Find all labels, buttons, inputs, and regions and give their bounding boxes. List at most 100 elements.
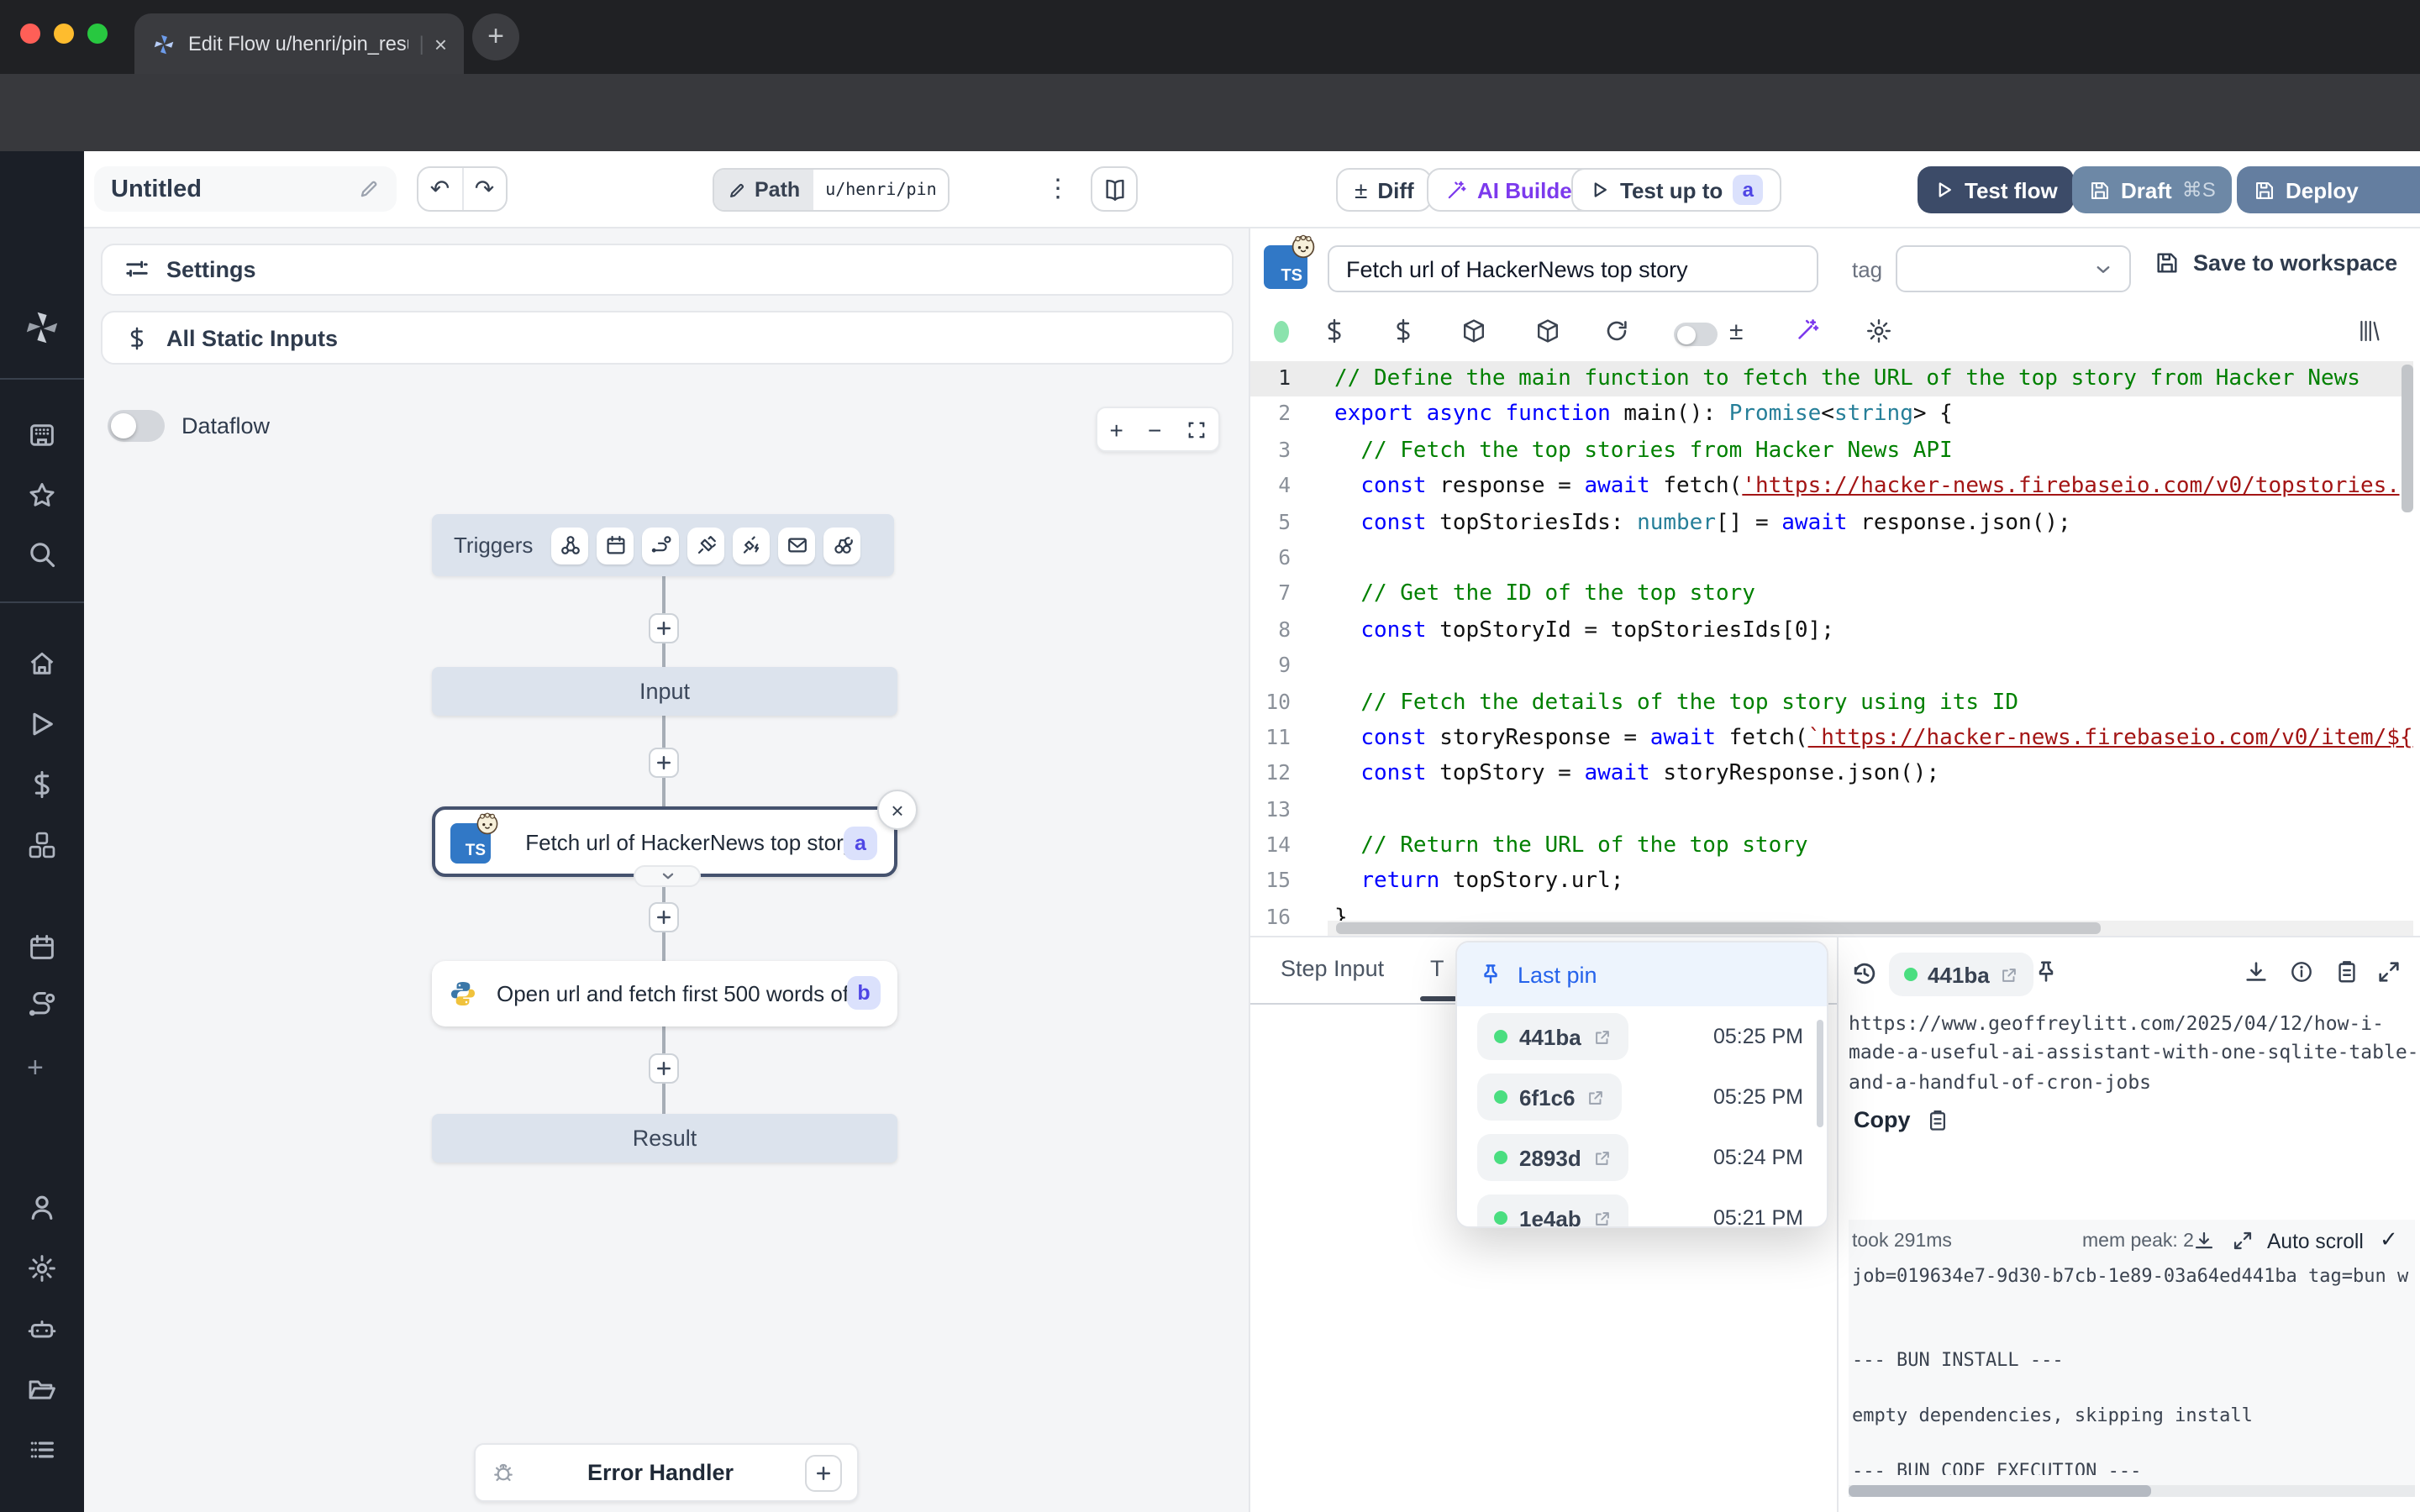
dataflow-toggle[interactable] bbox=[108, 410, 165, 442]
webhook-trigger-icon[interactable] bbox=[551, 527, 588, 564]
flow-settings-button[interactable]: Settings bbox=[101, 244, 1234, 296]
step-title-input[interactable]: Fetch url of HackerNews top story bbox=[1328, 245, 1818, 292]
tab-close-icon[interactable]: × bbox=[434, 31, 447, 56]
add-error-handler-button[interactable] bbox=[805, 1454, 842, 1491]
undo-button[interactable]: ↶ bbox=[418, 168, 463, 210]
expand-logs-icon[interactable] bbox=[2232, 1230, 2254, 1252]
windmill-logo[interactable] bbox=[22, 307, 62, 348]
path-widget[interactable]: Path u/henri/pin bbox=[713, 168, 950, 212]
step-node-b[interactable]: Open url and fetch first 500 words of ..… bbox=[432, 961, 897, 1026]
all-static-inputs-button[interactable]: All Static Inputs bbox=[101, 311, 1234, 365]
test-up-to-button[interactable]: Test up to a bbox=[1571, 168, 1781, 212]
save-to-workspace-button[interactable]: Save to workspace bbox=[2154, 250, 2397, 276]
external-link-icon[interactable] bbox=[1593, 1148, 1612, 1167]
sidebar-item-workers[interactable] bbox=[27, 1314, 57, 1344]
sidebar-item-settings[interactable] bbox=[27, 1253, 57, 1284]
run-id-pill[interactable]: 441ba bbox=[1889, 953, 2033, 996]
download-logs-icon[interactable] bbox=[2193, 1230, 2215, 1252]
poll-trigger-icon[interactable] bbox=[823, 527, 860, 564]
sidebar-item-account[interactable] bbox=[27, 1193, 57, 1223]
pin-history-item[interactable]: 2893d05:24 PM bbox=[1457, 1127, 1827, 1188]
library-icon[interactable] bbox=[2356, 318, 2383, 344]
draft-button[interactable]: Draft ⌘S bbox=[2072, 166, 2233, 213]
add-step-button[interactable] bbox=[649, 613, 679, 643]
websocket-trigger-icon[interactable] bbox=[687, 527, 724, 564]
sidebar-item-search[interactable] bbox=[27, 539, 57, 570]
redo-button[interactable]: ↷ bbox=[463, 168, 506, 210]
sidebar-item-apps[interactable] bbox=[27, 420, 57, 450]
pin-history-item[interactable]: 1e4ab05:21 PM bbox=[1457, 1188, 1827, 1228]
diff-mode-toggle[interactable] bbox=[1674, 323, 1718, 346]
add-step-button[interactable] bbox=[649, 902, 679, 932]
zoom-out-icon[interactable]: − bbox=[1148, 416, 1161, 443]
triggers-node[interactable]: Triggers bbox=[432, 514, 894, 576]
delete-step-button[interactable]: × bbox=[877, 790, 918, 830]
autoscroll-checkbox[interactable]: ✓ bbox=[2380, 1226, 2398, 1253]
diff-button[interactable]: ± Diff bbox=[1336, 168, 1433, 212]
result-node[interactable]: Result bbox=[432, 1114, 897, 1163]
pin-icon[interactable] bbox=[2033, 959, 2059, 984]
external-link-icon[interactable] bbox=[2000, 965, 2018, 984]
test-flow-button[interactable]: Test flow bbox=[1918, 166, 2075, 213]
add-step-button[interactable] bbox=[649, 748, 679, 778]
route-trigger-icon[interactable] bbox=[642, 527, 679, 564]
reload-icon[interactable] bbox=[1603, 318, 1630, 344]
flow-name-button[interactable]: Untitled bbox=[94, 166, 397, 212]
history-icon[interactable] bbox=[1850, 959, 1879, 988]
schedule-trigger-icon[interactable] bbox=[597, 527, 634, 564]
input-node[interactable]: Input bbox=[432, 667, 897, 716]
email-trigger-icon[interactable] bbox=[778, 527, 815, 564]
sidebar-item-folders[interactable] bbox=[27, 1374, 57, 1404]
ai-wand-icon[interactable] bbox=[1795, 318, 1820, 343]
window-zoom-button[interactable] bbox=[87, 24, 108, 44]
fit-view-icon[interactable] bbox=[1186, 419, 1206, 439]
kafka-trigger-icon[interactable] bbox=[733, 527, 770, 564]
deploy-button[interactable]: Deploy bbox=[2237, 166, 2420, 213]
sidebar-item-runs[interactable] bbox=[27, 709, 57, 739]
code-hscrollbar[interactable] bbox=[1336, 922, 2101, 934]
dropdown-scrollbar[interactable] bbox=[1817, 1020, 1823, 1127]
download-icon[interactable] bbox=[2244, 959, 2269, 984]
editor-settings-icon[interactable] bbox=[1865, 318, 1892, 344]
zoom-in-icon[interactable]: + bbox=[1110, 416, 1123, 443]
add-step-button[interactable] bbox=[649, 1053, 679, 1084]
error-handler-node[interactable]: Error Handler bbox=[474, 1443, 859, 1502]
sidebar-item-variables[interactable] bbox=[27, 769, 57, 800]
external-link-icon[interactable] bbox=[1587, 1088, 1606, 1106]
pin-history-item[interactable]: 441ba05:25 PM bbox=[1457, 1006, 1827, 1067]
sidebar-item-resources[interactable] bbox=[27, 830, 57, 860]
log-scrollbar[interactable] bbox=[1849, 1485, 2151, 1497]
new-tab-button[interactable]: + bbox=[472, 13, 519, 60]
tag-select[interactable] bbox=[1896, 245, 2131, 292]
sidebar-item-audit-logs[interactable] bbox=[27, 1435, 57, 1465]
package-icon[interactable] bbox=[1534, 318, 1561, 344]
sidebar-item-flows[interactable] bbox=[27, 991, 57, 1021]
window-close-button[interactable] bbox=[20, 24, 40, 44]
docs-book-button[interactable] bbox=[1091, 166, 1138, 212]
sidebar-item-home[interactable] bbox=[27, 648, 57, 679]
sidebar-item-favorites[interactable] bbox=[27, 480, 57, 511]
collapse-step-chevron[interactable] bbox=[634, 865, 701, 887]
package-icon[interactable] bbox=[1460, 318, 1487, 344]
sidebar-item-add[interactable]: + bbox=[27, 1052, 57, 1082]
more-options-icon[interactable]: ⋮ bbox=[1045, 173, 1071, 203]
info-icon[interactable] bbox=[2289, 959, 2314, 984]
insert-variable-icon[interactable] bbox=[1321, 318, 1348, 344]
window-minimize-button[interactable] bbox=[54, 24, 74, 44]
external-link-icon[interactable] bbox=[1593, 1209, 1612, 1227]
sidebar-item-schedules[interactable] bbox=[27, 932, 57, 963]
diff-icon[interactable]: ± bbox=[1729, 318, 1743, 346]
browser-tab[interactable]: Edit Flow u/henri/pin_results | × bbox=[134, 13, 464, 74]
copy-result-button[interactable]: Copy bbox=[1854, 1107, 1949, 1132]
code-vscrollbar[interactable] bbox=[2402, 365, 2413, 512]
last-pin-option[interactable]: Last pin bbox=[1457, 942, 1827, 1006]
pin-history-item[interactable]: 6f1c605:25 PM bbox=[1457, 1067, 1827, 1127]
result-node-label: Result bbox=[633, 1126, 697, 1151]
expand-icon[interactable] bbox=[2376, 959, 2402, 984]
tab-test-partial[interactable]: T bbox=[1430, 956, 1450, 981]
insert-resource-icon[interactable] bbox=[1390, 318, 1417, 344]
external-link-icon[interactable] bbox=[1593, 1027, 1612, 1046]
code-editor[interactable]: 1// Define the main function to fetch th… bbox=[1250, 361, 2413, 937]
clipboard-icon[interactable] bbox=[2334, 959, 2360, 984]
tab-step-input[interactable]: Step Input bbox=[1281, 956, 1384, 981]
